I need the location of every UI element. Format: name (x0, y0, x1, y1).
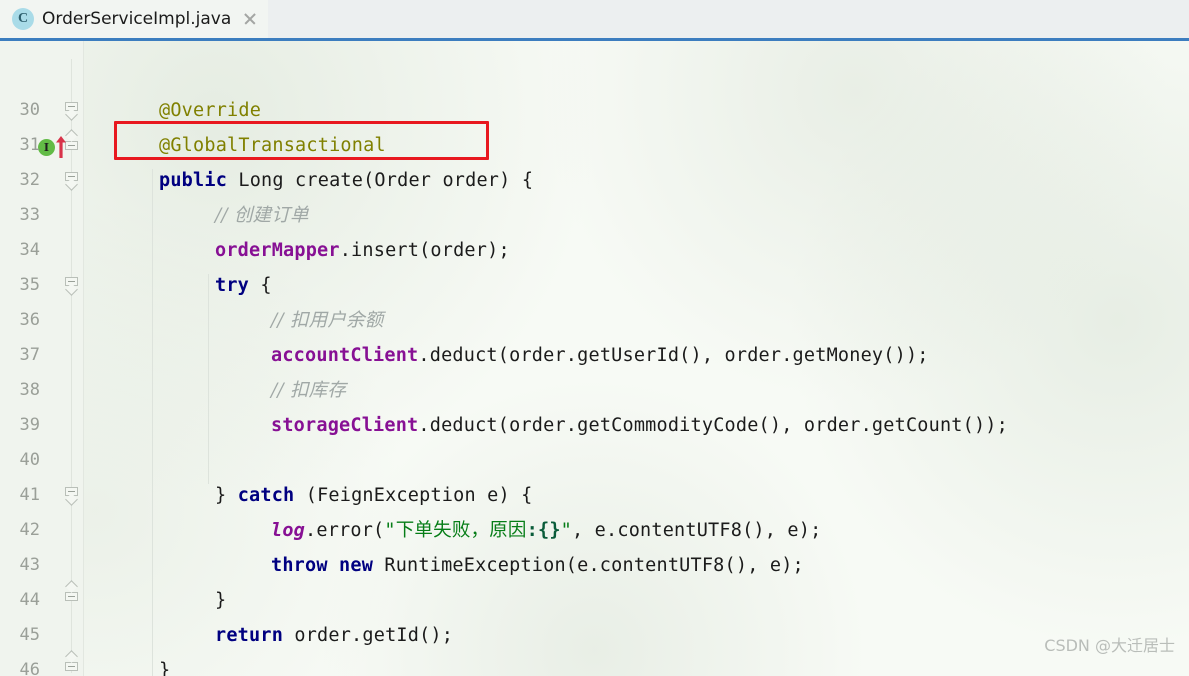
code-comment: // 创建订单 (215, 205, 309, 226)
code-line-42: 42 log.error("下单失败，原因:{}", e.contentUTF8… (0, 513, 1189, 548)
line-number: 44 (19, 590, 40, 610)
line-number: 42 (19, 520, 40, 540)
code-line-40: 40 (0, 443, 1189, 478)
csdn-watermark: CSDN @大迁居士 (1044, 636, 1175, 655)
code-line-34: 34 orderMapper.insert(order); (0, 233, 1189, 268)
close-icon[interactable] (242, 11, 258, 27)
line-number: 39 (19, 415, 40, 435)
line-number: 43 (19, 555, 40, 575)
code-comment: // 扣用户余额 (271, 310, 384, 331)
code-line-45: 45 return order.getId(); (0, 618, 1189, 653)
line-number: 45 (19, 625, 40, 645)
line-number: 30 (19, 100, 40, 120)
code-line-32: 32 public Long create(Order order) { (0, 163, 1189, 198)
java-class-icon: C (12, 8, 34, 30)
code-text: orderMapper.insert(order); (215, 240, 510, 261)
code-line-44: 44 } (0, 583, 1189, 618)
line-number: 33 (19, 205, 40, 225)
code-comment: // 扣库存 (271, 380, 347, 401)
line-number: 41 (19, 485, 40, 505)
code-text: } (159, 660, 171, 676)
code-text: public Long create(Order order) { (159, 170, 534, 191)
code-text: storageClient.deduct(order.getCommodityC… (271, 415, 1008, 436)
code-line-38: 38 // 扣库存 (0, 373, 1189, 408)
editor-tab-bar: C OrderServiceImpl.java (0, 0, 1189, 41)
line-number: 34 (19, 240, 40, 260)
line-number: 32 (19, 170, 40, 190)
line-number: 38 (19, 380, 40, 400)
code-line-35: 35 try { (0, 268, 1189, 303)
line-number: 37 (19, 345, 40, 365)
code-line-33: 33 // 创建订单 (0, 198, 1189, 233)
red-annotation-box (114, 121, 489, 160)
line-number: 35 (19, 275, 40, 295)
line-number: 46 (19, 660, 40, 676)
code-text: log.error("下单失败，原因:{}", e.contentUTF8(),… (271, 520, 822, 541)
editor-tab-orderserviceimpl[interactable]: C OrderServiceImpl.java (0, 0, 269, 38)
code-text: throw new RuntimeException(e.contentUTF8… (271, 555, 804, 576)
code-text: accountClient.deduct(order.getUserId(), … (271, 345, 929, 366)
code-line-43: 43 throw new RuntimeException(e.contentU… (0, 548, 1189, 583)
code-line-41: 41 } catch (FeignException e) { (0, 478, 1189, 513)
code-line-37: 37 accountClient.deduct(order.getUserId(… (0, 338, 1189, 373)
code-text: } (215, 590, 227, 611)
code-line-36: 36 // 扣用户余额 (0, 303, 1189, 338)
code-editor[interactable]: I 30 @Override 31 @GlobalTransactional 3… (0, 41, 1189, 676)
code-line-46: 46 } (0, 653, 1189, 676)
line-number: 31 (19, 135, 40, 155)
code-text: try { (215, 275, 272, 296)
code-text: } catch (FeignException e) { (215, 485, 533, 506)
line-number: 36 (19, 310, 40, 330)
line-number: 40 (19, 450, 40, 470)
editor-tab-label: OrderServiceImpl.java (42, 9, 232, 29)
code-text: return order.getId(); (215, 625, 454, 646)
code-line-39: 39 storageClient.deduct(order.getCommodi… (0, 408, 1189, 443)
